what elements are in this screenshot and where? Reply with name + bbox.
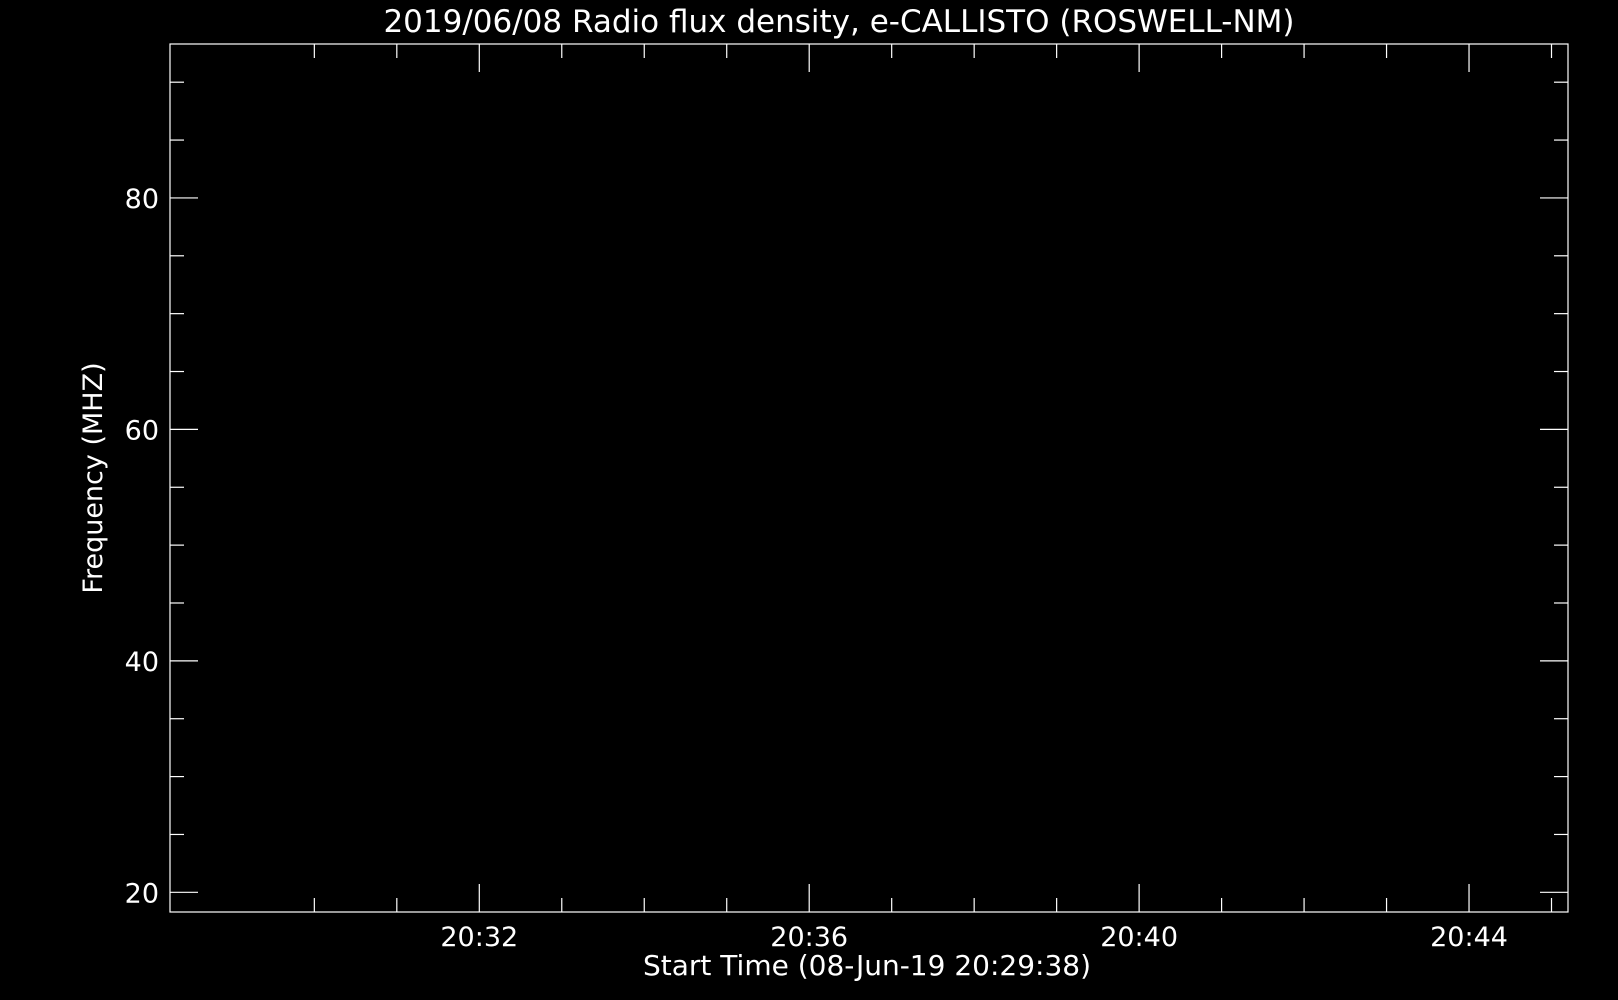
x-tick-label: 20:32 [440,922,518,953]
chart-title: 2019/06/08 Radio flux density, e-CALLIST… [383,4,1294,40]
spectrogram-chart: 2019/06/08 Radio flux density, e-CALLIST… [0,0,1618,1000]
y-tick-label: 20 [125,878,159,909]
x-tick-label: 20:36 [770,922,848,953]
y-tick-label: 60 [125,415,159,446]
chart-background [0,0,1618,1000]
x-tick-label: 20:40 [1100,922,1178,953]
y-tick-label: 80 [125,184,159,215]
y-tick-label: 40 [125,647,159,678]
x-axis-label: Start Time (08-Jun-19 20:29:38) [643,949,1091,982]
x-tick-label: 20:44 [1430,922,1508,953]
y-axis-label: Frequency (MHZ) [78,362,109,593]
